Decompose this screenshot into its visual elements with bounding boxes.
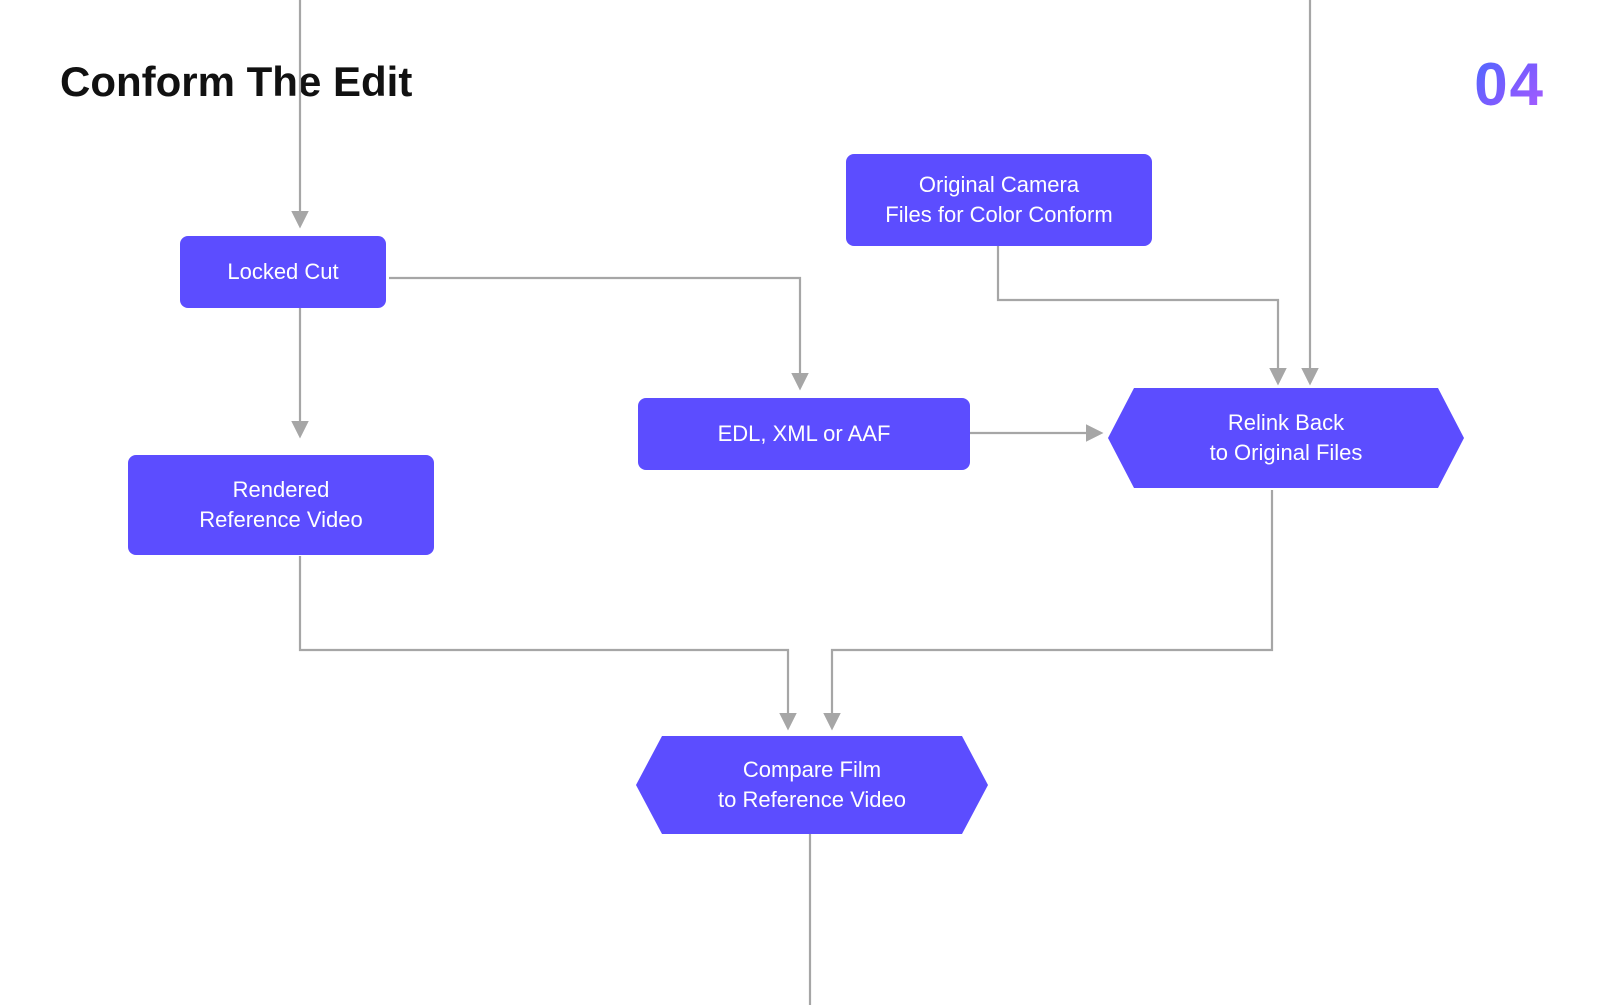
diagram-canvas: Conform The Edit 04 [0, 0, 1600, 1005]
node-original-camera: Original Camera Files for Color Conform [846, 154, 1152, 246]
node-original-camera-line1: Original Camera [919, 172, 1079, 197]
node-original-camera-line2: Files for Color Conform [885, 202, 1112, 227]
node-rendered-reference: Rendered Reference Video [128, 455, 434, 555]
node-rendered-reference-line1: Rendered [233, 477, 330, 502]
node-compare-line2: to Reference Video [718, 787, 906, 812]
page-title: Conform The Edit [60, 58, 412, 106]
node-locked-cut: Locked Cut [180, 236, 386, 308]
step-number: 04 [1474, 50, 1545, 119]
node-relink-line1: Relink Back [1228, 410, 1344, 435]
node-compare-line1: Compare Film [743, 757, 881, 782]
node-edl: EDL, XML or AAF [638, 398, 970, 470]
node-relink-line2: to Original Files [1210, 440, 1363, 465]
node-compare: Compare Film to Reference Video [636, 736, 988, 834]
node-rendered-reference-line2: Reference Video [199, 507, 363, 532]
node-relink: Relink Back to Original Files [1108, 388, 1464, 488]
